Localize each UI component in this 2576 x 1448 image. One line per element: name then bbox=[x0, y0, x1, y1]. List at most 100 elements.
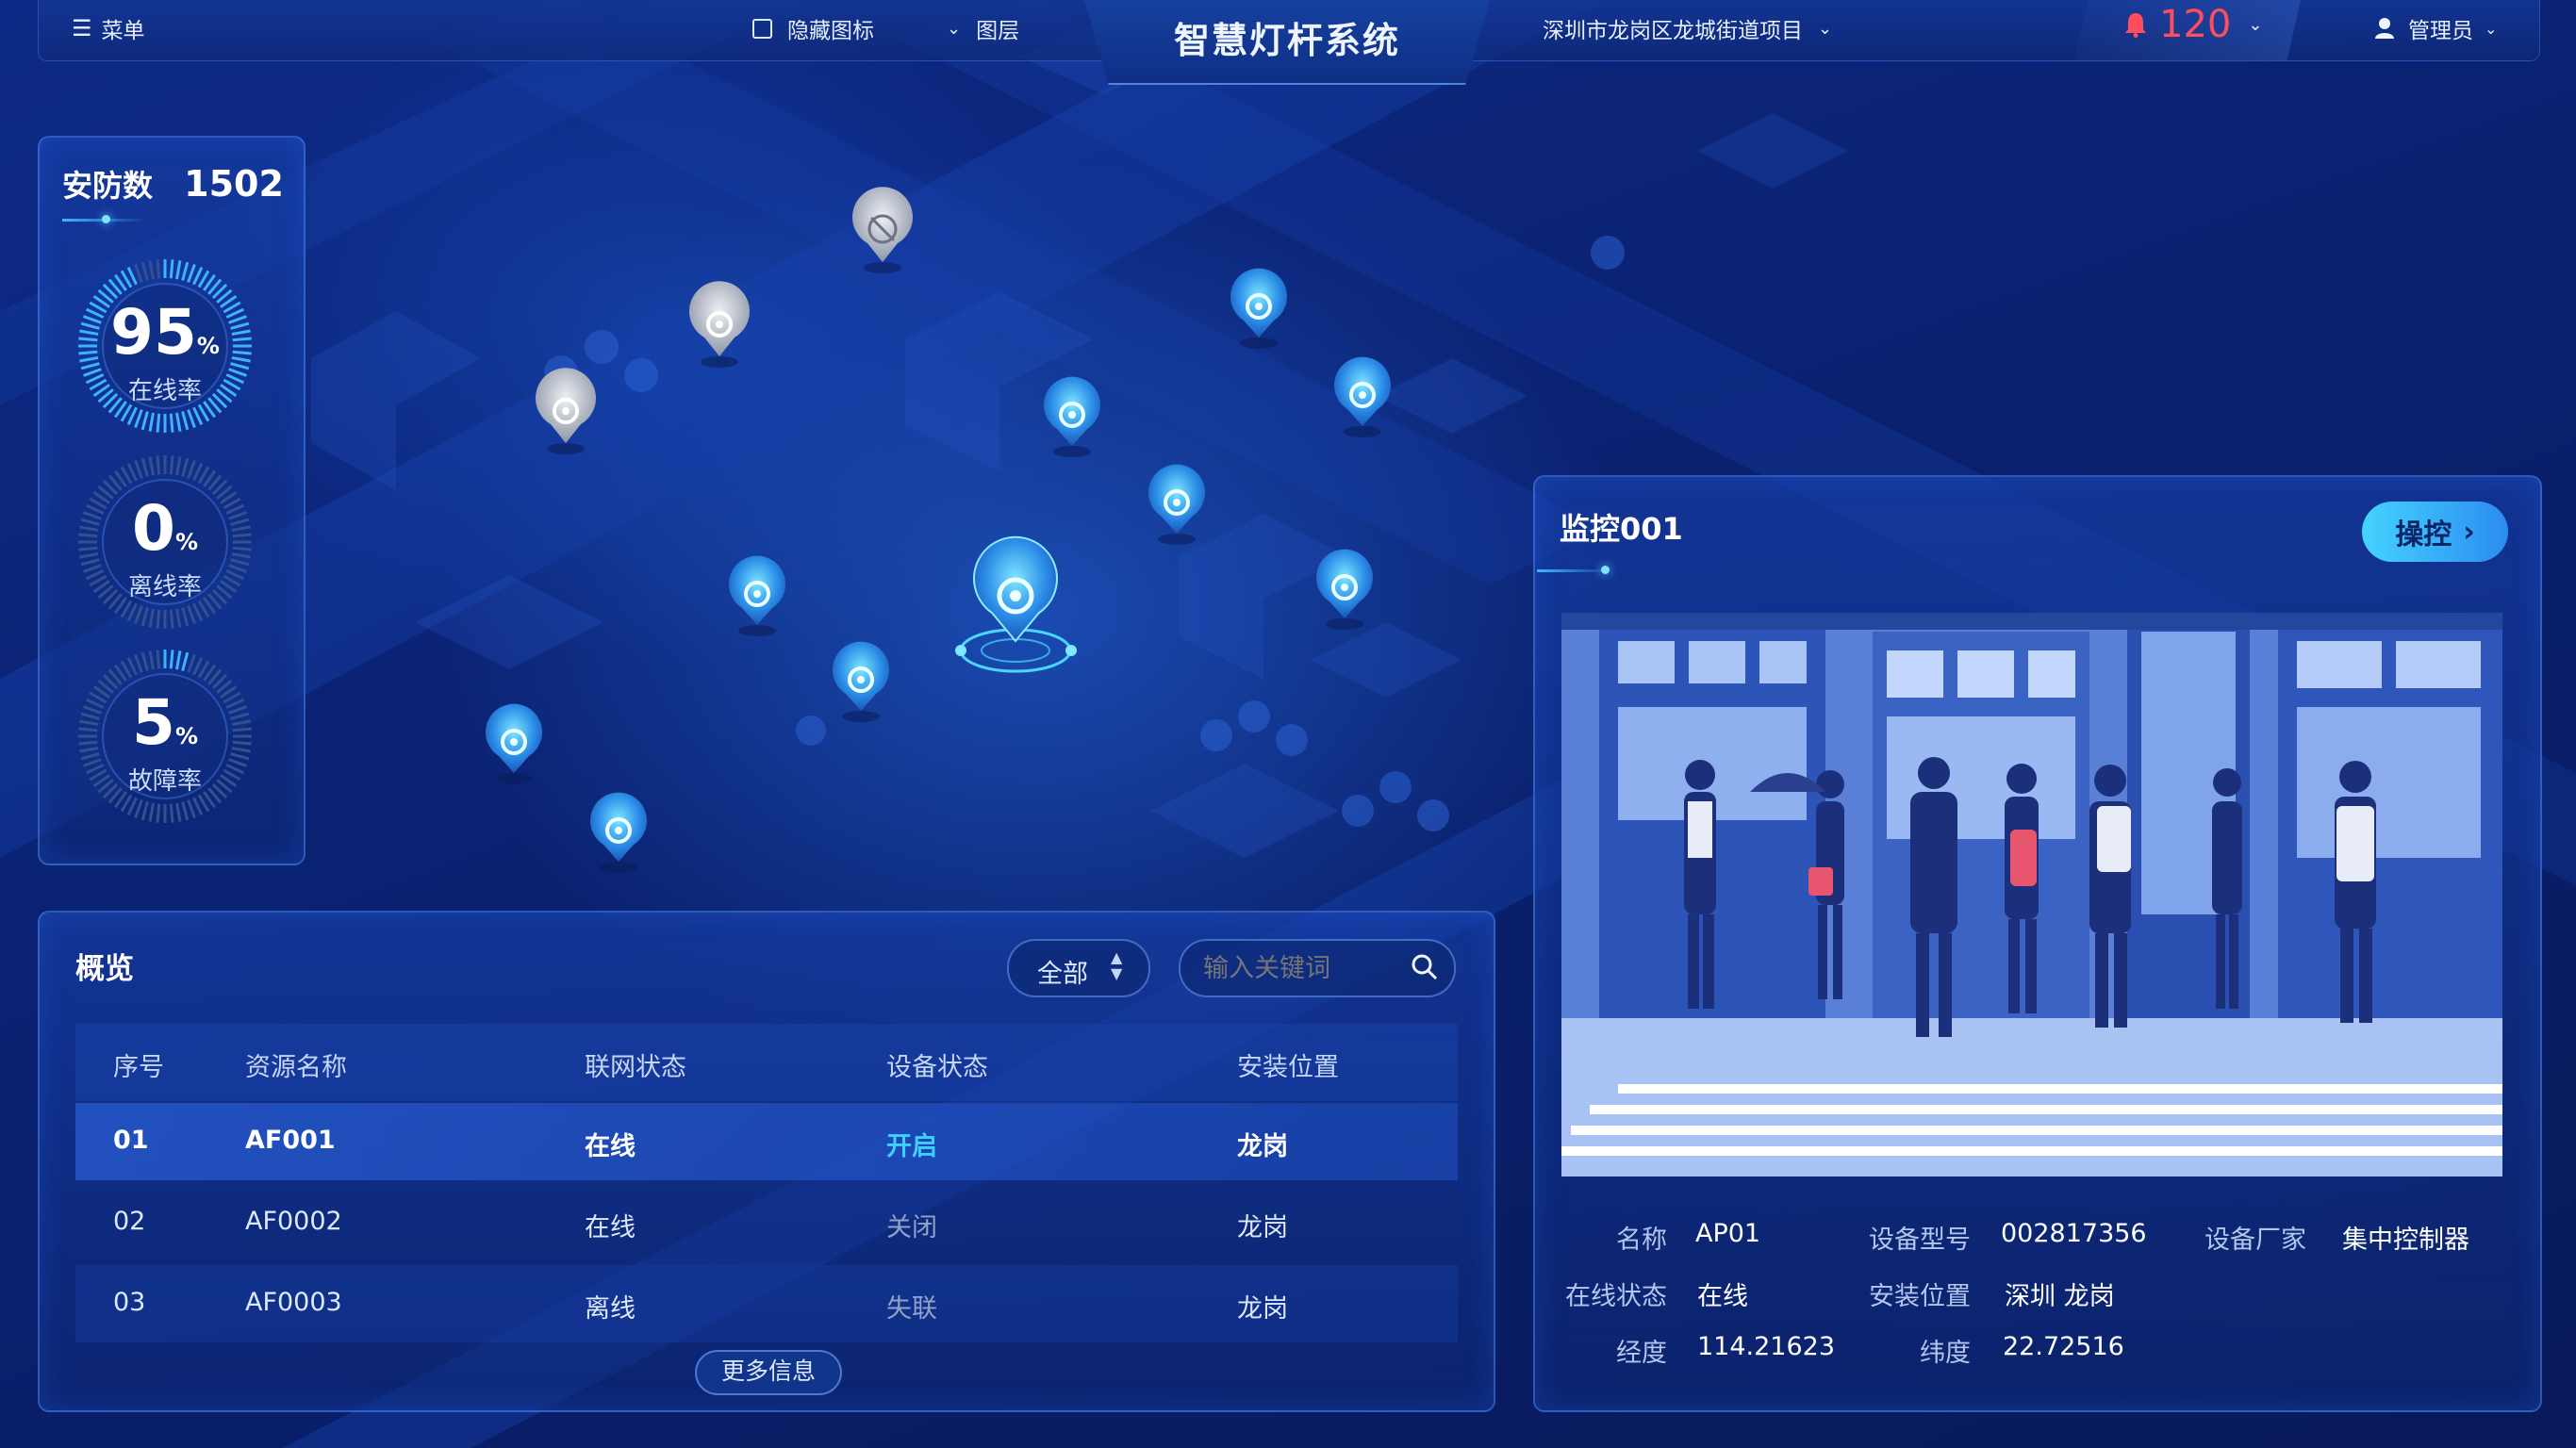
gauge-tick bbox=[148, 456, 155, 476]
gauge-tick bbox=[148, 412, 155, 432]
alarm-button[interactable]: 120 ⌄ bbox=[2123, 3, 2263, 46]
gauge-tick bbox=[169, 650, 174, 669]
column-header: 资源名称 bbox=[245, 1053, 347, 1082]
accent-dot bbox=[102, 215, 110, 223]
accent-dot bbox=[1601, 566, 1610, 574]
menu-button[interactable]: ☰ 菜单 bbox=[72, 11, 145, 45]
column-header: 序号 bbox=[113, 1053, 164, 1082]
cell-name: AF0002 bbox=[245, 1207, 342, 1236]
control-label: 操控 bbox=[2395, 518, 2452, 551]
online-rate-value: 95 bbox=[110, 296, 197, 369]
percent-unit: % bbox=[174, 723, 198, 749]
latitude-value: 22.72516 bbox=[2003, 1332, 2124, 1361]
camera-pin[interactable] bbox=[486, 703, 542, 784]
camera-pin[interactable] bbox=[833, 641, 890, 722]
gauge-tick bbox=[148, 802, 155, 822]
gauge-tick bbox=[181, 411, 190, 431]
project-selector[interactable]: 深圳市龙岗区龙城街道项目 ⌄ bbox=[1543, 11, 1832, 45]
cell-name: AF0003 bbox=[245, 1288, 342, 1317]
gauge-tick bbox=[181, 457, 190, 477]
user-label: 管理员 bbox=[2408, 19, 2473, 43]
cell-device-status: 开启 bbox=[886, 1132, 937, 1161]
camera-pin[interactable] bbox=[590, 792, 647, 873]
gauge-tick bbox=[140, 651, 149, 671]
percent-unit: % bbox=[174, 529, 198, 555]
gauge-tick bbox=[156, 803, 161, 823]
menu-label: 菜单 bbox=[101, 19, 145, 43]
cell-network: 在线 bbox=[585, 1213, 636, 1242]
gauge-tick bbox=[169, 609, 174, 629]
sort-arrows-icon: ▲ ▼ bbox=[1111, 948, 1123, 982]
status-label: 在线状态 bbox=[1565, 1282, 1667, 1311]
vendor-value: 集中控制器 bbox=[2342, 1226, 2469, 1255]
cell-location: 龙岗 bbox=[1237, 1132, 1288, 1161]
filter-value: 全部 bbox=[1037, 960, 1088, 989]
gauge-tick bbox=[169, 803, 174, 823]
cell-location: 龙岗 bbox=[1237, 1213, 1288, 1242]
gauge-tick bbox=[156, 413, 161, 433]
online-rate-label: 在线率 bbox=[127, 377, 202, 405]
offline-rate-label: 离线率 bbox=[127, 573, 202, 601]
gauge-tick bbox=[156, 650, 161, 669]
gauge-tick bbox=[175, 260, 182, 280]
gauge-tick bbox=[175, 650, 182, 670]
more-info-button[interactable]: 更多信息 bbox=[695, 1350, 842, 1395]
camera-pin-selected[interactable] bbox=[955, 535, 1077, 673]
column-header: 设备状态 bbox=[886, 1053, 988, 1082]
monitor-title: 监控001 bbox=[1560, 511, 1683, 547]
layers-label: 图层 bbox=[976, 19, 1020, 43]
user-menu[interactable]: 管理员 ⌄ bbox=[2374, 11, 2497, 45]
gauge-tick bbox=[187, 799, 196, 818]
security-count-value: 1502 bbox=[184, 163, 284, 205]
gauge-tick bbox=[140, 411, 149, 431]
camera-pin[interactable] bbox=[1044, 376, 1100, 457]
column-header: 安装位置 bbox=[1237, 1053, 1339, 1082]
layers-dropdown[interactable]: ⌄ 图层 bbox=[947, 11, 1019, 45]
search-input[interactable] bbox=[1201, 948, 1394, 988]
fault-rate-gauge: 5% 故障率 bbox=[75, 647, 255, 826]
chevron-down-icon: ⌄ bbox=[2248, 14, 2263, 35]
longitude-value: 114.21623 bbox=[1697, 1332, 1836, 1361]
name-value: AP01 bbox=[1695, 1219, 1761, 1248]
hide-icons-checkbox[interactable] bbox=[752, 18, 772, 39]
gauge-tick bbox=[169, 455, 174, 475]
model-value: 002817356 bbox=[2001, 1219, 2147, 1248]
chevron-right-icon: › bbox=[2463, 515, 2475, 549]
cell-device-status: 关闭 bbox=[886, 1213, 937, 1242]
camera-pin[interactable] bbox=[729, 555, 785, 636]
gauge-tick bbox=[175, 456, 182, 476]
control-button[interactable]: 操控 › bbox=[2362, 502, 2508, 562]
vendor-label: 设备厂家 bbox=[2204, 1226, 2306, 1255]
cell-index: 03 bbox=[113, 1288, 146, 1317]
camera-feed[interactable] bbox=[1561, 613, 2502, 1176]
gauge-tick bbox=[134, 409, 143, 428]
gauge-tick bbox=[134, 605, 143, 624]
cell-name: AF001 bbox=[245, 1126, 336, 1155]
camera-pin[interactable] bbox=[1148, 464, 1205, 545]
search-icon[interactable] bbox=[1411, 953, 1439, 981]
gauge-tick bbox=[140, 261, 149, 281]
app-title: 智慧灯杆系统 bbox=[1173, 20, 1400, 61]
camera-pin[interactable] bbox=[1230, 268, 1287, 349]
gauge-tick bbox=[148, 608, 155, 628]
chevron-down-icon: ⌄ bbox=[1818, 18, 1833, 39]
gauge-tick bbox=[134, 460, 143, 479]
online-rate-gauge: 95% 在线率 bbox=[75, 256, 255, 436]
offline-rate-gauge: 0% 离线率 bbox=[75, 452, 255, 632]
camera-pin[interactable] bbox=[1316, 549, 1374, 630]
gauge-tick bbox=[148, 260, 155, 280]
gauge-tick bbox=[148, 650, 155, 670]
cell-device-status: 失联 bbox=[886, 1294, 937, 1324]
gauge-tick bbox=[187, 409, 196, 428]
menu-icon: ☰ bbox=[72, 15, 92, 41]
gauge-tick bbox=[156, 259, 161, 279]
search-box[interactable] bbox=[1179, 939, 1456, 997]
overview-title: 概览 bbox=[75, 952, 134, 986]
gauge-tick bbox=[134, 799, 143, 818]
cell-network: 在线 bbox=[585, 1132, 636, 1161]
cell-location: 龙岗 bbox=[1237, 1294, 1288, 1324]
status-filter-select[interactable]: 全部 ▲ ▼ bbox=[1007, 939, 1150, 997]
gauge-tick bbox=[175, 608, 182, 628]
column-header: 联网状态 bbox=[585, 1053, 686, 1082]
hide-icons-toggle[interactable]: 隐藏图标 bbox=[752, 11, 874, 45]
